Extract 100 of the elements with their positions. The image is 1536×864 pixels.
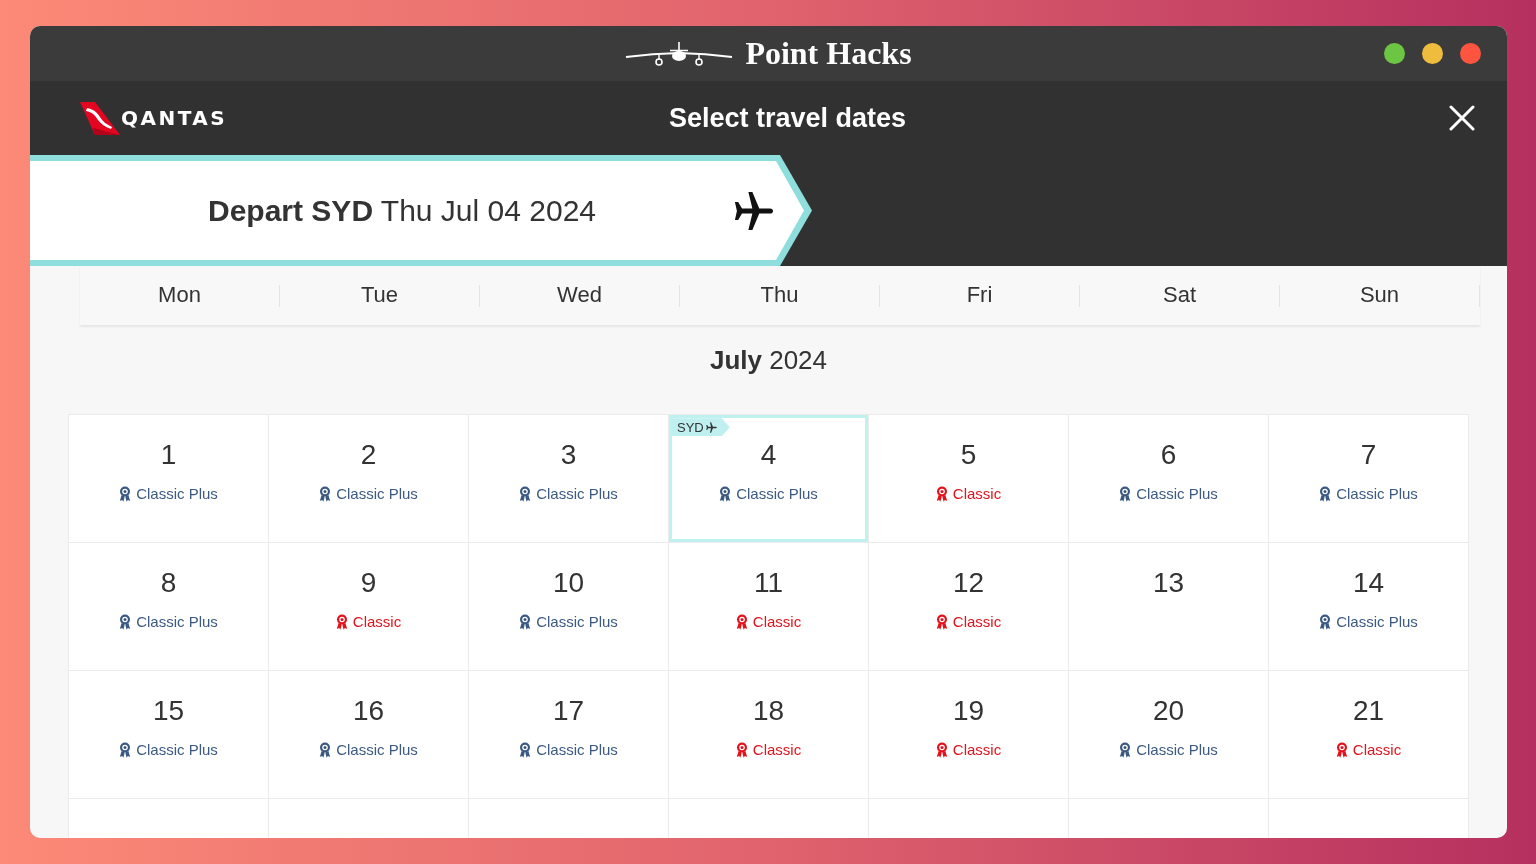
dialog-title: Select travel dates [668,101,907,135]
award-label: Classic [752,741,802,760]
date-number: 7 [1360,438,1377,473]
date-number: 3 [560,438,577,473]
award-label: Classic [952,613,1002,632]
rosette-icon [935,614,948,631]
rosette-icon [519,742,532,759]
date-number: 10 [552,566,585,601]
award-label: Classic Plus [1136,741,1218,760]
date-cell[interactable]: 14 Classic Plus [1269,543,1469,672]
rosette-icon [319,486,332,503]
tail-logo-icon [80,101,120,135]
rosette-icon [719,486,732,503]
award-label: Classic Plus [336,485,418,504]
window-control-button[interactable] [1460,43,1481,64]
date-cell[interactable]: 1 Classic Plus [69,415,269,544]
weekday-label: Wed [557,283,602,308]
date-number: 11 [753,566,784,601]
date-cell[interactable]: 18 Classic [669,671,869,800]
rosette-icon [519,614,532,631]
window-control-button[interactable] [1384,43,1405,64]
airport-code: SYD [677,419,704,435]
award-label: Classic [352,613,402,632]
date-cell[interactable]: 16 Classic Plus [269,671,469,800]
date-cell[interactable]: 8 Classic Plus [69,543,269,672]
rosette-icon [319,742,332,759]
award-label: Classic Plus [536,613,618,632]
rosette-icon [119,742,132,759]
date-cell[interactable]: 20 Classic Plus [1069,671,1269,800]
date-cell[interactable]: 5 Classic [869,415,1069,544]
award-label: Classic Plus [536,485,618,504]
plane-icon [734,190,774,231]
date-number: 20 [1152,694,1185,729]
rosette-icon [735,742,748,759]
award-label: Classic Plus [536,741,618,760]
award-label: Classic [952,741,1002,760]
close-icon [1449,105,1475,131]
airline-wordmark: QANTAS [121,107,228,129]
rosette-icon [935,486,948,503]
date-number: 6 [1160,438,1177,473]
date-cell[interactable]: 11 Classic [669,543,869,672]
month-title: July 2024 [709,345,828,377]
date-number: 5 [960,438,977,473]
rosette-icon [735,614,748,631]
date-number: 12 [952,566,985,601]
date-number: 16 [352,694,385,729]
weekday-label: Fri [966,283,993,308]
weekday-label: Tue [360,283,399,308]
award-label: Classic [752,613,802,632]
rosette-icon [519,486,532,503]
rosette-icon [935,742,948,759]
weekday-label: Sun [1359,283,1400,308]
weekday-label: Mon [158,283,201,308]
rosette-icon [119,614,132,631]
departure-label: Depart SYD Thu Jul 04 2024 [208,192,596,229]
date-number: 15 [152,694,185,729]
date-cell[interactable]: 21 Classic [1269,671,1469,800]
rosette-icon [1335,742,1348,759]
date-cell[interactable]: SYD 4 Classic Plus [669,415,869,544]
date-number: 18 [752,694,785,729]
date-number: 14 [1352,566,1385,601]
plane-icon [705,421,717,433]
window-control-button[interactable] [1422,43,1443,64]
date-cell[interactable]: 6 Classic Plus [1069,415,1269,544]
award-label: Classic Plus [1336,613,1418,632]
date-cell[interactable]: 12 Classic [869,543,1069,672]
rosette-icon [1119,742,1132,759]
weekday-label: Sat [1163,283,1196,308]
date-number: 1 [160,438,177,473]
award-label: Classic [1352,741,1402,760]
rosette-icon [335,614,348,631]
date-cell[interactable]: 10 Classic Plus [469,543,669,672]
weekday-label: Thu [760,283,799,308]
date-number: 8 [160,566,177,601]
app-title: Point Hacks [745,35,912,72]
date-number: 21 [1352,694,1385,729]
date-number: 13 [1152,566,1185,601]
rosette-icon [1319,614,1332,631]
date-cell[interactable]: 19 Classic [869,671,1069,800]
rosette-icon [1319,486,1332,503]
date-cell[interactable]: 15 Classic Plus [69,671,269,800]
date-cell[interactable]: 3 Classic Plus [469,415,669,544]
date-number: 4 [760,438,777,473]
award-label: Classic Plus [736,485,818,504]
award-label: Classic [952,485,1002,504]
close-button[interactable] [1447,103,1477,133]
rosette-icon [119,486,132,503]
date-number: 9 [360,566,377,601]
date-cell[interactable]: 9 Classic [269,543,469,672]
date-cell[interactable]: 7 Classic Plus [1269,415,1469,544]
airplane-logo-icon [625,39,734,68]
date-cell[interactable]: 17 Classic Plus [469,671,669,800]
date-cell[interactable]: 2 Classic Plus [269,415,469,544]
date-number: 17 [552,694,585,729]
award-label: Classic Plus [1336,485,1418,504]
date-number: 19 [952,694,985,729]
date-cell[interactable]: 13 [1069,543,1269,672]
award-label: Classic Plus [136,741,218,760]
award-label: Classic Plus [1136,485,1218,504]
rosette-icon [1119,486,1132,503]
